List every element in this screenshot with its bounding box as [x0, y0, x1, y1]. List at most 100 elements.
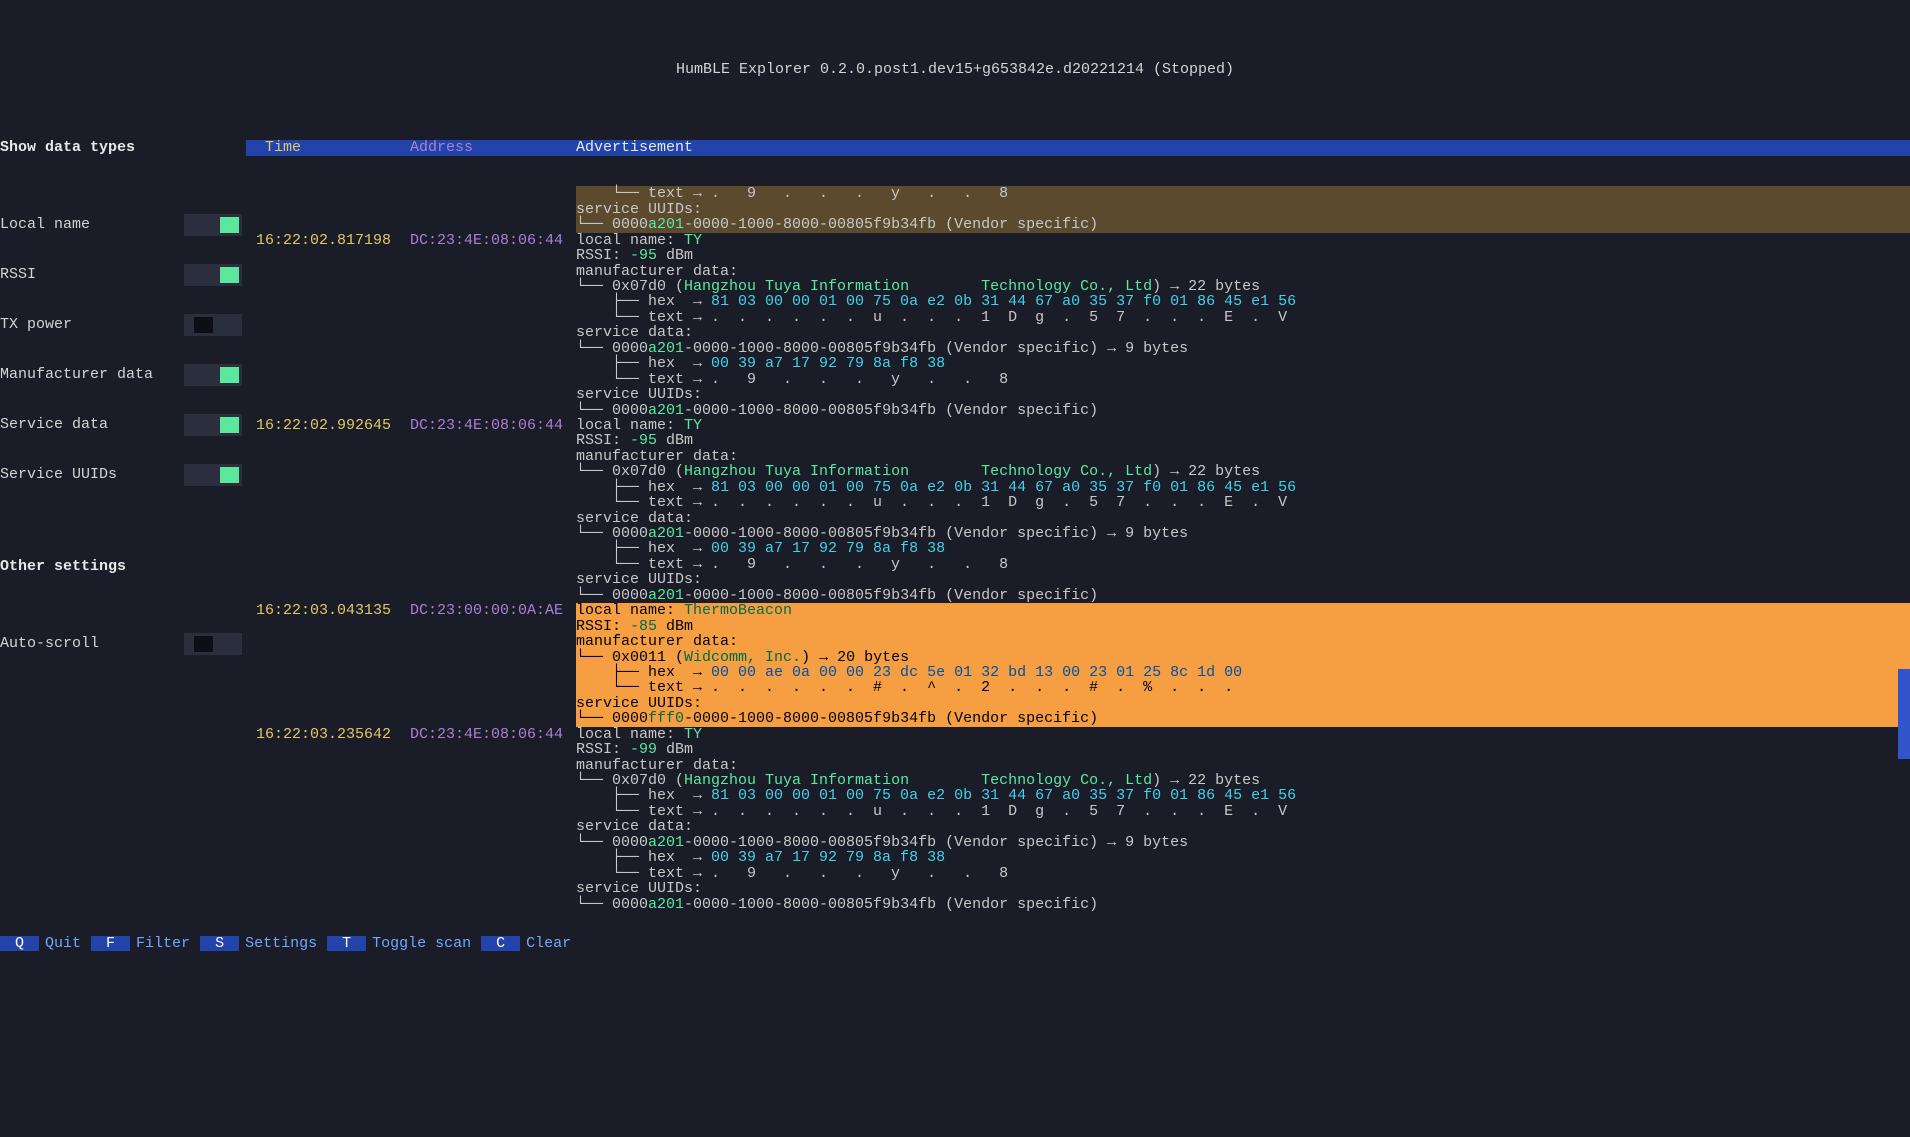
adv-line: └── text → . 9 . . . y . . 8 — [576, 372, 1890, 387]
scrollbar[interactable] — [1898, 669, 1910, 759]
footer-key-quit[interactable]: Q — [0, 936, 39, 951]
adv-line: service UUIDs: — [576, 881, 1890, 896]
adv-line: ├── hex → 00 39 a7 17 92 79 8a f8 38 — [576, 541, 1890, 556]
cell-address: DC:23:4E:08:06:44 — [410, 727, 576, 912]
sidebar-item-service-uuids: Service UUIDs — [0, 464, 246, 486]
header-address: Address — [410, 140, 576, 155]
adv-line: manufacturer data: — [576, 634, 1890, 649]
toggle-label: Service UUIDs — [0, 467, 117, 482]
table-row[interactable]: 16:22:03.235642DC:23:4E:08:06:44local na… — [246, 727, 1910, 912]
cell-address: DC:23:4E:08:06:44 — [410, 233, 576, 418]
cell-time — [246, 186, 410, 232]
cell-time: 16:22:03.043135 — [246, 603, 410, 727]
app-title: HumBLE Explorer 0.2.0.post1.dev15+g65384… — [676, 61, 1234, 78]
sidebar-item-service-data: Service data — [0, 414, 246, 436]
cell-time: 16:22:02.817198 — [246, 233, 410, 418]
toggle-label: TX power — [0, 317, 72, 332]
adv-line: RSSI: -95 dBm — [576, 248, 1890, 263]
adv-line: └── 0x0011 (Widcomm, Inc.) → 20 bytes — [576, 650, 1890, 665]
cell-address: DC:23:4E:08:06:44 — [410, 418, 576, 603]
toggle-service-data[interactable] — [184, 414, 242, 436]
footer-cmd-clear[interactable]: Clear — [520, 935, 581, 952]
footer-cmd-settings[interactable]: Settings — [239, 935, 327, 952]
toggle-label: Auto-scroll — [0, 636, 99, 651]
table-row[interactable]: 16:22:02.817198DC:23:4E:08:06:44local na… — [246, 233, 1910, 418]
toggle-label: Service data — [0, 417, 108, 432]
adv-line: └── text → . 9 . . . y . . 8 — [576, 557, 1890, 572]
adv-line: └── 0000a201-0000-1000-8000-00805f9b34fb… — [576, 835, 1890, 850]
cell-address — [410, 186, 576, 232]
cell-time: 16:22:03.235642 — [246, 727, 410, 912]
adv-line: service data: — [576, 511, 1890, 526]
adv-line: ├── hex → 81 03 00 00 01 00 75 0a e2 0b … — [576, 480, 1890, 495]
cell-advertisement: local name: TYRSSI: -99 dBmmanufacturer … — [576, 727, 1910, 912]
footer-cmd-filter[interactable]: Filter — [130, 935, 200, 952]
footer-key-settings[interactable]: S — [200, 936, 239, 951]
toggle-label: RSSI — [0, 267, 36, 282]
sidebar-section-data-types: Show data types — [0, 140, 246, 155]
adv-line: RSSI: -95 dBm — [576, 433, 1890, 448]
table-row[interactable]: 16:22:03.043135DC:23:00:00:0A:AElocal na… — [246, 603, 1910, 727]
adv-line: RSSI: -99 dBm — [576, 742, 1890, 757]
adv-line: └── 0000a201-0000-1000-8000-00805f9b34fb… — [576, 588, 1890, 603]
toggle-local-name[interactable] — [184, 214, 242, 236]
adv-line: local name: TY — [576, 418, 1890, 433]
footer-cmd-quit[interactable]: Quit — [39, 935, 91, 952]
toggle-label: Manufacturer data — [0, 367, 153, 382]
sidebar-item-manufacturer-data: Manufacturer data — [0, 364, 246, 386]
cell-time: 16:22:02.992645 — [246, 418, 410, 603]
sidebar-item-rssi: RSSI — [0, 264, 246, 286]
adv-line: local name: TY — [576, 233, 1890, 248]
adv-line: ├── hex → 81 03 00 00 01 00 75 0a e2 0b … — [576, 788, 1890, 803]
adv-line: service data: — [576, 819, 1890, 834]
adv-line: └── text → . . . . . . u . . . 1 D g . 5… — [576, 310, 1890, 325]
footer-key-clear[interactable]: C — [481, 936, 520, 951]
adv-line: └── 0000a201-0000-1000-8000-00805f9b34fb… — [576, 217, 1890, 232]
adv-line: manufacturer data: — [576, 758, 1890, 773]
footer-key-filter[interactable]: F — [91, 936, 130, 951]
header-advertisement: Advertisement — [576, 140, 693, 155]
adv-line: RSSI: -85 dBm — [576, 619, 1890, 634]
footer-bar: Q Quit F Filter S Settings T Toggle scan… — [0, 936, 1910, 954]
sidebar: Show data types Local name RSSI TX power Ma… — [0, 109, 246, 1029]
adv-line: manufacturer data: — [576, 449, 1890, 464]
adv-line: └── text → . . . . . . u . . . 1 D g . 5… — [576, 804, 1890, 819]
adv-line: manufacturer data: — [576, 264, 1890, 279]
table-row[interactable]: └── text → . 9 . . . y . . 8service UUID… — [246, 186, 1910, 232]
sidebar-item-auto-scroll: Auto-scroll — [0, 633, 246, 655]
toggle-rssi[interactable] — [184, 264, 242, 286]
toggle-tx-power[interactable] — [184, 314, 242, 336]
adv-line: ├── hex → 00 39 a7 17 92 79 8a f8 38 — [576, 356, 1890, 371]
title-bar: HumBLE Explorer 0.2.0.post1.dev15+g65384… — [0, 62, 1910, 78]
header-time: Time — [246, 140, 410, 155]
cell-advertisement: local name: TYRSSI: -95 dBmmanufacturer … — [576, 233, 1910, 418]
footer-cmd-toggle-scan[interactable]: Toggle scan — [366, 935, 481, 952]
adv-line: └── 0000a201-0000-1000-8000-00805f9b34fb… — [576, 403, 1890, 418]
adv-line: service UUIDs: — [576, 572, 1890, 587]
adv-line: service UUIDs: — [576, 387, 1890, 402]
cell-address: DC:23:00:00:0A:AE — [410, 603, 576, 727]
toggle-manufacturer-data[interactable] — [184, 364, 242, 386]
cell-advertisement: └── text → . 9 . . . y . . 8service UUID… — [576, 186, 1910, 232]
sidebar-item-local-name: Local name — [0, 214, 246, 236]
toggle-auto-scroll[interactable] — [184, 633, 242, 655]
sidebar-item-tx-power: TX power — [0, 314, 246, 336]
adv-line: └── text → . 9 . . . y . . 8 — [576, 186, 1890, 201]
adv-line: └── 0000a201-0000-1000-8000-00805f9b34fb… — [576, 897, 1890, 912]
adv-line: local name: TY — [576, 727, 1890, 742]
adv-line: └── 0000a201-0000-1000-8000-00805f9b34fb… — [576, 341, 1890, 356]
table-header: TimeAddressAdvertisement — [246, 140, 1910, 156]
adv-line: └── 0x07d0 (Hangzhou Tuya Information Te… — [576, 464, 1890, 479]
table-row[interactable]: 16:22:02.992645DC:23:4E:08:06:44local na… — [246, 418, 1910, 603]
adv-line: ├── hex → 00 39 a7 17 92 79 8a f8 38 — [576, 850, 1890, 865]
toggle-label: Local name — [0, 217, 90, 232]
toggle-service-uuids[interactable] — [184, 464, 242, 486]
content-area: TimeAddressAdvertisement └── text → . 9 … — [246, 109, 1910, 1029]
adv-line: service UUIDs: — [576, 696, 1890, 711]
adv-line: service UUIDs: — [576, 202, 1890, 217]
footer-key-toggle-scan[interactable]: T — [327, 936, 366, 951]
adv-line: └── text → . . . . . . # . ^ . 2 . . . #… — [576, 680, 1890, 695]
adv-line: local name: ThermoBeacon — [576, 603, 1890, 618]
adv-line: └── text → . . . . . . u . . . 1 D g . 5… — [576, 495, 1890, 510]
adv-line: service data: — [576, 325, 1890, 340]
